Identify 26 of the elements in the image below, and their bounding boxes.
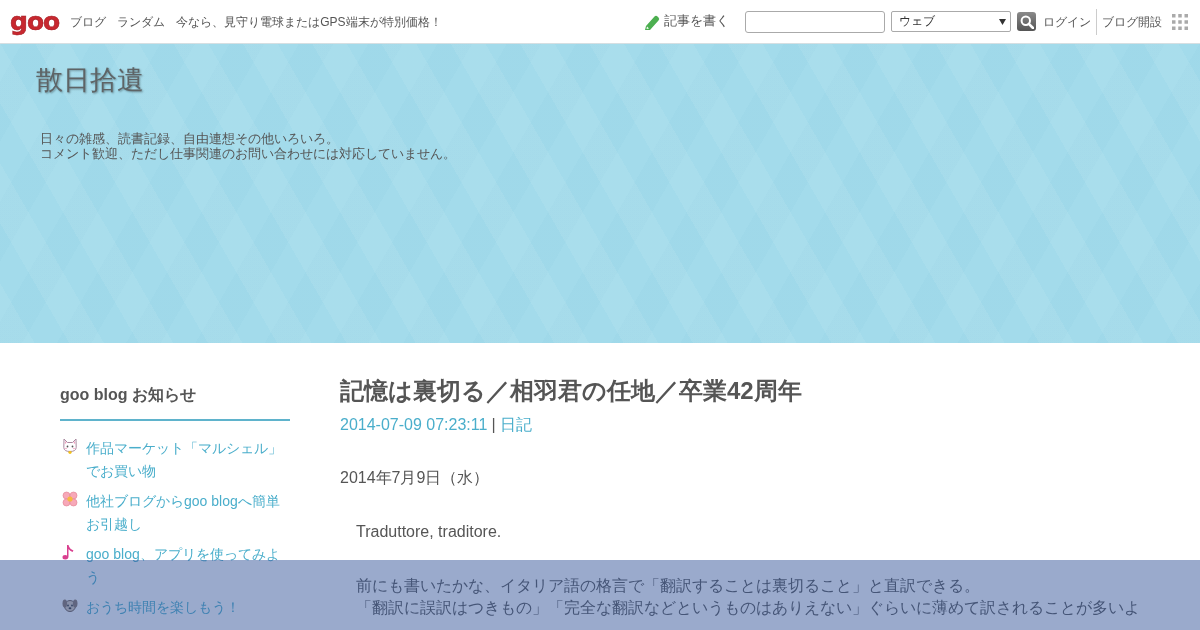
apps-grid-icon[interactable]: [1172, 13, 1188, 30]
article-title: 記憶は裏切る／相羽君の任地／卒業42周年: [340, 376, 802, 406]
search-scope-dropdown[interactable]: ウェブ: [891, 11, 1011, 32]
paragraph: 前にも書いたかな、イタリア語の格言で「翻訳することは裏切ること」と直訳できる。 「翻訳に誤訳はつきもの」「完全な翻訳などというものはありえない」ぐらいに薄めて訳されることが多いよ: [356, 576, 1140, 618]
search-button[interactable]: [1017, 12, 1036, 31]
nav-link[interactable]: 今なら、見守り電球またはGPS端末が特別価格！: [176, 13, 442, 30]
search-field[interactable]: [745, 10, 885, 33]
dog-icon: [62, 597, 78, 613]
cat-icon: [62, 438, 78, 454]
paragraph: Traduttore, traditore.: [356, 522, 502, 542]
pencil-icon: [645, 13, 660, 30]
blog-description: 日々の雑感、読書記録、自由連想その他いろいろ。 コメント歓迎、ただし仕事関連のお問い合わせには対応していません。: [40, 131, 456, 161]
goo-logo[interactable]: goo: [10, 8, 60, 35]
login-link[interactable]: ログイン: [1043, 13, 1091, 30]
meta-separator: |: [491, 415, 496, 435]
write-post-link[interactable]: 記事を書く: [645, 13, 729, 30]
sidebar-heading: goo blog お知らせ: [60, 385, 197, 405]
caret-icon: [999, 18, 1006, 25]
open-blog-link[interactable]: ブログ開設: [1102, 13, 1162, 30]
post-date-text: 2014年7月9日（水）: [340, 468, 490, 488]
nav-link[interactable]: ブログ: [70, 13, 107, 30]
nav-link[interactable]: ランダム: [117, 13, 166, 30]
music-note-icon: [62, 544, 74, 560]
search-icon: [1019, 14, 1034, 29]
blog-title[interactable]: 散日拾遺: [36, 63, 144, 97]
flower-icon: [62, 491, 78, 507]
